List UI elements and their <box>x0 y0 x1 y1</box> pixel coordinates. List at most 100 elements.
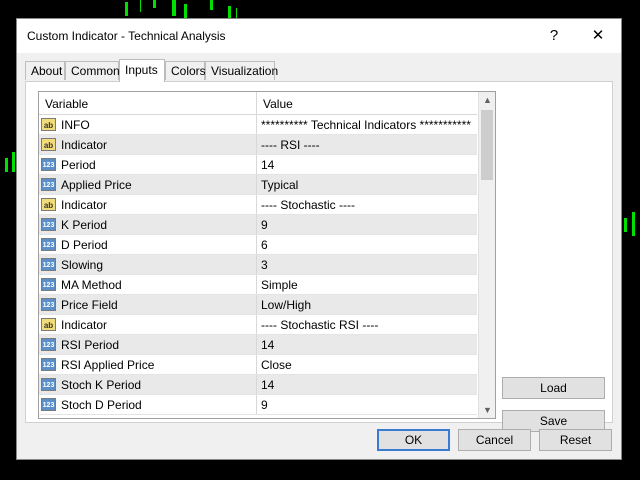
variable-name: Stoch K Period <box>61 378 142 392</box>
cell-divider <box>256 115 257 134</box>
table-row[interactable]: 123 K Period 9 <box>39 215 477 235</box>
variable-value[interactable]: Typical <box>261 178 298 192</box>
inputs-panel: Variable Value ab INFO ********** Technica… <box>25 81 613 432</box>
tab-common[interactable]: Common <box>65 61 120 80</box>
scroll-up-icon[interactable]: ▲ <box>479 92 495 108</box>
variable-name: Slowing <box>61 258 104 272</box>
table-row[interactable]: 123 D Period 6 <box>39 235 477 255</box>
table-row[interactable]: 123 Applied Price Typical <box>39 175 477 195</box>
variable-name: Applied Price <box>61 178 132 192</box>
variable-value[interactable]: 14 <box>261 158 274 172</box>
variable-value[interactable]: ---- Stochastic ---- <box>261 198 355 212</box>
table-row[interactable]: 123 Stoch K Period 14 <box>39 375 477 395</box>
variable-value[interactable]: Close <box>261 358 292 372</box>
variable-name: INFO <box>61 118 90 132</box>
variable-name: Indicator <box>61 198 108 212</box>
title-bar: Custom Indicator - Technical Analysis ? … <box>17 19 621 53</box>
cell-divider <box>256 275 257 294</box>
table-row[interactable]: ab INFO ********** Technical Indicators **… <box>39 115 477 135</box>
variable-name: RSI Period <box>61 338 120 352</box>
column-header-value[interactable]: Value <box>263 97 293 111</box>
number-type-icon: 123 <box>41 258 56 271</box>
column-header-variable[interactable]: Variable <box>45 97 88 111</box>
variable-value[interactable]: 14 <box>261 378 274 392</box>
cell-divider <box>256 375 257 394</box>
variable-value[interactable]: 6 <box>261 238 268 252</box>
chart-candle <box>125 2 128 16</box>
chart-candle <box>632 212 635 236</box>
cancel-button[interactable]: Cancel <box>458 429 531 451</box>
table-row[interactable]: ab Indicator ---- Stochastic RSI ---- <box>39 315 477 335</box>
variable-value[interactable]: 14 <box>261 338 274 352</box>
tab-colors[interactable]: Colors <box>165 61 206 80</box>
number-type-icon: 123 <box>41 178 56 191</box>
ok-button[interactable]: OK <box>377 429 450 451</box>
number-type-icon: 123 <box>41 298 56 311</box>
table-row[interactable]: 123 Period 14 <box>39 155 477 175</box>
load-button[interactable]: Load <box>502 377 605 399</box>
reset-button[interactable]: Reset <box>539 429 612 451</box>
cell-divider <box>256 315 257 334</box>
table-row[interactable]: 123 MA Method Simple <box>39 275 477 295</box>
variable-name: Price Field <box>61 298 118 312</box>
chart-candle <box>184 4 187 18</box>
dialog-title: Custom Indicator - Technical Analysis <box>27 29 226 43</box>
table-row[interactable]: ab Indicator ---- RSI ---- <box>39 135 477 155</box>
cell-divider <box>256 395 257 414</box>
number-type-icon: 123 <box>41 158 56 171</box>
variable-value[interactable]: ---- Stochastic RSI ---- <box>261 318 378 332</box>
number-type-icon: 123 <box>41 338 56 351</box>
cell-divider <box>256 255 257 274</box>
cell-divider <box>256 235 257 254</box>
variable-name: Indicator <box>61 138 108 152</box>
cell-divider <box>256 175 257 194</box>
table-row[interactable]: 123 RSI Period 14 <box>39 335 477 355</box>
grid-header: Variable Value <box>39 92 477 115</box>
string-type-icon: ab <box>41 318 56 331</box>
tab-inputs[interactable]: Inputs <box>119 59 165 82</box>
grid-scrollbar[interactable]: ▲ ▼ <box>478 92 495 418</box>
cell-divider <box>256 215 257 234</box>
cell-divider <box>256 335 257 354</box>
column-divider[interactable] <box>256 92 257 114</box>
scroll-down-icon[interactable]: ▼ <box>479 402 495 418</box>
variable-name: Indicator <box>61 318 108 332</box>
variable-value[interactable]: 9 <box>261 398 268 412</box>
tab-about[interactable]: About <box>25 61 65 80</box>
string-type-icon: ab <box>41 138 56 151</box>
tab-visualization[interactable]: Visualization <box>205 61 278 80</box>
grid-rows: ab INFO ********** Technical Indicators **… <box>39 115 477 415</box>
variable-name: MA Method <box>61 278 122 292</box>
cell-divider <box>256 295 257 314</box>
chart-candle <box>153 0 156 8</box>
variable-name: Stoch D Period <box>61 398 142 412</box>
chart-candle <box>624 218 627 232</box>
chart-candle <box>228 6 231 18</box>
chart-candle <box>12 152 15 172</box>
variable-value[interactable]: Simple <box>261 278 298 292</box>
table-row[interactable]: 123 Stoch D Period 9 <box>39 395 477 415</box>
cell-divider <box>256 355 257 374</box>
variable-value[interactable]: ********** Technical Indicators ********… <box>261 118 471 132</box>
variable-value[interactable]: 3 <box>261 258 268 272</box>
chart-candle <box>236 8 237 18</box>
variable-value[interactable]: ---- RSI ---- <box>261 138 320 152</box>
help-button[interactable]: ? <box>539 25 569 47</box>
grid-content: Variable Value ab INFO ********** Technica… <box>39 92 477 415</box>
variable-name: D Period <box>61 238 108 252</box>
variable-name: Period <box>61 158 96 172</box>
close-button[interactable]: ✕ <box>583 25 613 47</box>
inputs-grid: Variable Value ab INFO ********** Technica… <box>38 91 496 419</box>
chart-candle <box>172 0 176 16</box>
number-type-icon: 123 <box>41 358 56 371</box>
table-row[interactable]: 123 Price Field Low/High <box>39 295 477 315</box>
chart-candle <box>210 0 213 10</box>
custom-indicator-dialog: Custom Indicator - Technical Analysis ? … <box>16 18 622 460</box>
table-row[interactable]: ab Indicator ---- Stochastic ---- <box>39 195 477 215</box>
variable-value[interactable]: Low/High <box>261 298 311 312</box>
scroll-thumb[interactable] <box>481 110 493 180</box>
variable-value[interactable]: 9 <box>261 218 268 232</box>
table-row[interactable]: 123 RSI Applied Price Close <box>39 355 477 375</box>
table-row[interactable]: 123 Slowing 3 <box>39 255 477 275</box>
number-type-icon: 123 <box>41 398 56 411</box>
